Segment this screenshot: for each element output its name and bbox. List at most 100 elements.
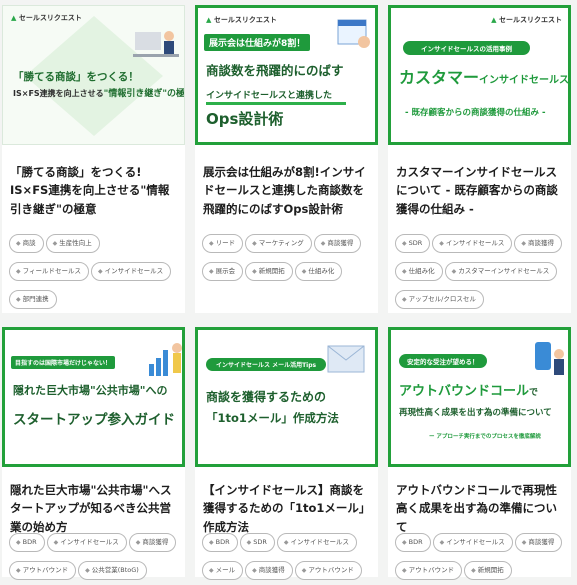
- article-title[interactable]: アウトバウンドコールで再現性高く成果を出す為の準備について: [396, 481, 566, 536]
- tag[interactable]: ◆ インサイドセールス: [432, 533, 513, 552]
- article-thumbnail[interactable]: インサイドセールス メール活用Tips 商談を獲得するための 「1to1メール」…: [195, 327, 378, 467]
- tag-icon: ◆: [402, 539, 407, 546]
- tag-icon: ◆: [451, 268, 457, 275]
- tag[interactable]: ◆ 新規開拓: [464, 561, 512, 580]
- tag-icon: ◆: [252, 567, 257, 574]
- tag[interactable]: ◆ マーケティング: [245, 234, 312, 253]
- tag[interactable]: ◆ アウトバウンド: [395, 561, 463, 580]
- tag-icon: ◆: [52, 240, 58, 247]
- tag[interactable]: ◆ アウトバウンド: [294, 561, 362, 580]
- tag-list: ◆ SDR ◆ インサイドセールス ◆ 商談獲得 ◆ 仕組み化 ◆ カスタマーインサイドセールス ◆…: [395, 230, 571, 314]
- tag-icon: ◆: [301, 268, 307, 275]
- tag-icon: ◆: [209, 240, 214, 247]
- tag-icon: ◆: [521, 539, 527, 546]
- article-title[interactable]: カスタマーインサイドセールスについて - 既存顧客からの商談獲得の仕組み -: [396, 163, 566, 218]
- brand-logo: セールスリクエスト: [491, 15, 562, 25]
- tag-icon: ◆: [439, 539, 445, 546]
- tag-icon: ◆: [402, 268, 407, 275]
- tag-icon: ◆: [402, 240, 407, 247]
- article-thumbnail[interactable]: セールスリクエスト インサイドセールスの活用事例 カスタマーインサイドセールス …: [388, 5, 571, 145]
- tag[interactable]: ◆ インサイドセールス: [46, 533, 127, 552]
- article-card[interactable]: セールスリクエスト 展示会は仕組みが8割！ 商談数を飛躍的にのばす インサイドセ…: [195, 5, 378, 313]
- tag[interactable]: ◆ 仕組み化: [395, 262, 443, 281]
- tag-icon: ◆: [209, 539, 214, 546]
- tag-icon: ◆: [301, 567, 307, 574]
- tag-icon: ◆: [209, 268, 214, 275]
- tag[interactable]: ◆ 公共営業(BtoG): [78, 561, 147, 580]
- tag[interactable]: ◆ 生産性向上: [45, 234, 100, 253]
- tag[interactable]: ◆ BDR: [202, 533, 238, 552]
- tag[interactable]: ◆ インサイドセールス: [91, 262, 172, 281]
- tag-icon: ◆: [320, 240, 326, 247]
- tag[interactable]: ◆ 商談: [9, 234, 44, 253]
- tag[interactable]: ◆ BDR: [9, 533, 45, 552]
- tag-icon: ◆: [471, 567, 476, 574]
- article-grid: セールスリクエスト 「勝てる商談」をつくる！ IS×FS連携を向上させる"情報引…: [0, 0, 577, 580]
- article-card[interactable]: インサイドセールス メール活用Tips 商談を獲得するための 「1to1メール」…: [195, 327, 378, 580]
- tag-icon: ◆: [252, 240, 257, 247]
- tag[interactable]: ◆ フィールドセールス: [9, 262, 89, 281]
- tag[interactable]: ◆ 商談獲得: [245, 561, 293, 580]
- tag-icon: ◆: [16, 567, 21, 574]
- tag[interactable]: ◆ 部門連携: [9, 290, 57, 309]
- thumb-line1: カスタマーインサイドセールス: [399, 68, 570, 87]
- thumb-line2: インサイドセールスと連携した: [206, 91, 333, 101]
- tag-icon: ◆: [439, 240, 444, 247]
- article-title[interactable]: 「勝てる商談」をつくる! IS×FS連携を向上させる"情報引き継ぎ"の極意: [10, 163, 180, 218]
- thumb-pill: 展示会は仕組みが8割！: [204, 34, 311, 51]
- tag-icon: ◆: [16, 240, 21, 247]
- thumb-pill: 目指すのは国際市場だけじゃない！: [11, 356, 116, 369]
- article-thumbnail[interactable]: セールスリクエスト 展示会は仕組みが8割！ 商談数を飛躍的にのばす インサイドセ…: [195, 5, 378, 145]
- tag[interactable]: ◆ アップセル/クロスセル: [395, 290, 484, 309]
- tag[interactable]: ◆ 商談獲得: [514, 234, 563, 253]
- meeting-illustration-icon: [133, 31, 179, 57]
- thumb-line2: 再現性高く成果を出す為の準備について: [399, 408, 552, 418]
- tag-icon: ◆: [402, 567, 407, 574]
- article-thumbnail[interactable]: セールスリクエスト 「勝てる商談」をつくる！ IS×FS連携を向上させる"情報引…: [2, 5, 185, 145]
- article-card[interactable]: セールスリクエスト インサイドセールスの活用事例 カスタマーインサイドセールス …: [388, 5, 571, 313]
- article-thumbnail[interactable]: 安定的な受注が望める！ アウトバウンドコールで 再現性高く成果を出す為の準備につ…: [388, 327, 571, 467]
- article-title[interactable]: 【インサイドセールス】商談を獲得するための「1to1メール」作成方法: [203, 481, 373, 536]
- thumb-line1: 商談を獲得するための: [206, 390, 327, 404]
- thumb-pill: 安定的な受注が望める！: [399, 354, 487, 368]
- tag[interactable]: ◆ インサイドセールス: [432, 234, 513, 253]
- article-card[interactable]: 安定的な受注が望める！ アウトバウンドコールで 再現性高く成果を出す為の準備につ…: [388, 327, 571, 580]
- tag[interactable]: ◆ SDR: [395, 234, 431, 253]
- article-thumbnail[interactable]: 目指すのは国際市場だけじゃない！ 隠れた巨大市場"公共市場"への スタートアップ…: [2, 327, 185, 467]
- thumb-line3: ー アプローチ実行までのプロセスを徹底解説: [429, 434, 541, 440]
- tag[interactable]: ◆ リード: [202, 234, 244, 253]
- email-illustration-icon: [327, 345, 365, 373]
- tag[interactable]: ◆ 新規開拓: [245, 262, 293, 281]
- tag[interactable]: ◆ カスタマーインサイドセールス: [444, 262, 558, 281]
- tag-icon: ◆: [209, 567, 214, 574]
- article-title[interactable]: 隠れた巨大市場"公共市場"へスタートアップが知るべき公共営業の始め方: [10, 481, 180, 536]
- tag[interactable]: ◆ メール: [202, 561, 244, 580]
- tag-icon: ◆: [98, 268, 103, 275]
- tag-icon: ◆: [16, 268, 21, 275]
- tag-icon: ◆: [402, 296, 407, 303]
- chart-illustration-icon: [149, 343, 182, 376]
- tag-list: ◆ リード ◆ マーケティング ◆ 商談獲得 ◆ 展示会 ◆ 新規開拓 ◆ 仕組み化: [202, 230, 378, 286]
- tag[interactable]: ◆ BDR: [395, 533, 431, 552]
- calendar-illustration-icon: [337, 19, 370, 48]
- tag[interactable]: ◆ 展示会: [202, 262, 244, 281]
- thumb-line2: - 既存顧客からの商談獲得の仕組み -: [405, 108, 546, 118]
- tag[interactable]: ◆ 商談獲得: [313, 234, 362, 253]
- tag[interactable]: ◆ アウトバウンド: [9, 561, 77, 580]
- tag[interactable]: ◆ 商談獲得: [514, 533, 563, 552]
- tag-icon: ◆: [252, 268, 257, 275]
- tag-list: ◆ 商談 ◆ 生産性向上 ◆ フィールドセールス ◆ インサイドセールス ◆ 部門連携: [9, 230, 185, 314]
- article-card[interactable]: 目指すのは国際市場だけじゃない！ 隠れた巨大市場"公共市場"への スタートアップ…: [2, 327, 185, 580]
- article-title[interactable]: 展示会は仕組みが8割!インサイドセールスと連携した商談数を飛躍的にのばすOps設…: [203, 163, 373, 218]
- thumb-line3: Ops設計術: [206, 110, 284, 128]
- tag[interactable]: ◆ インサイドセールス: [276, 533, 358, 552]
- underline-bar: [206, 102, 346, 105]
- thumb-line1: 隠れた巨大市場"公共市場"への: [13, 384, 168, 397]
- tag[interactable]: ◆ 仕組み化: [294, 262, 343, 281]
- tag[interactable]: ◆ SDR: [239, 533, 275, 552]
- thumb-line2: 「1to1メール」作成方法: [206, 411, 339, 425]
- tag-icon: ◆: [16, 539, 21, 546]
- tag[interactable]: ◆ 商談獲得: [128, 533, 177, 552]
- article-card[interactable]: セールスリクエスト 「勝てる商談」をつくる！ IS×FS連携を向上させる"情報引…: [2, 5, 185, 313]
- thumb-line1: 商談数を飛躍的にのばす: [206, 63, 344, 78]
